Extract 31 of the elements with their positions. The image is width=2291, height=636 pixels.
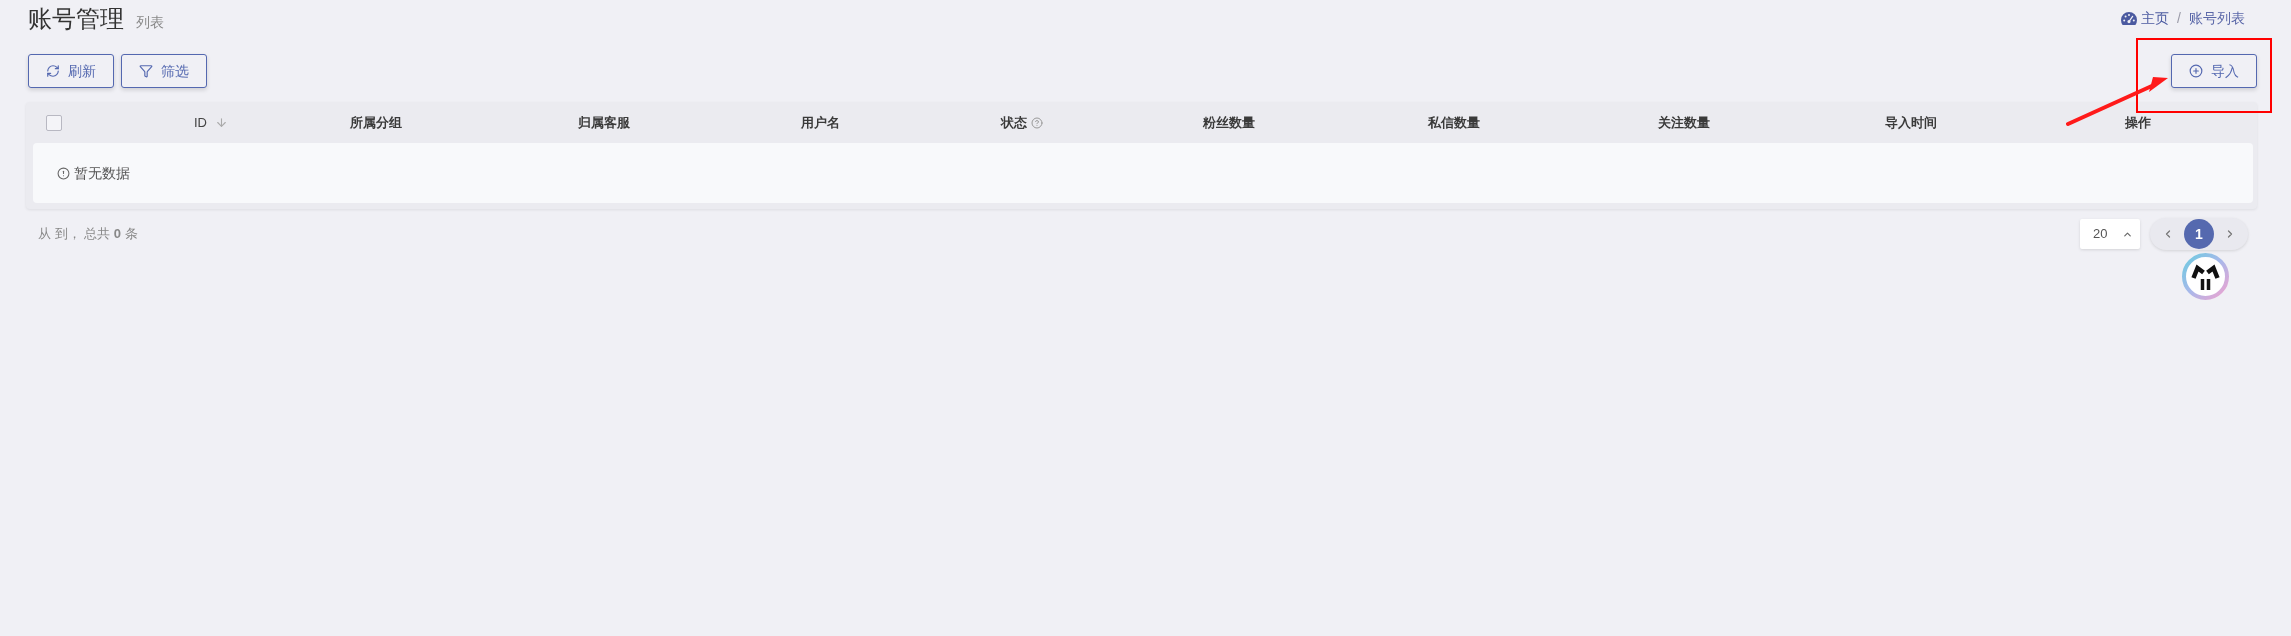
column-header: 导入时间 (1885, 113, 1937, 132)
sort-arrow-icon[interactable] (215, 116, 228, 129)
breadcrumb-link[interactable]: 账号列表 (2189, 8, 2245, 29)
breadcrumb-separator: / (2177, 9, 2181, 28)
page-button[interactable]: 1 (2184, 219, 2214, 249)
column-header: 关注数量 (1658, 113, 1710, 132)
page-title: 账号管理 (28, 4, 124, 34)
help-icon[interactable] (1030, 116, 1043, 129)
page-size-select[interactable]: 20 (2080, 219, 2140, 249)
column-header: 所属分组 (349, 113, 402, 132)
refresh-icon (46, 64, 60, 78)
column-header: 归属客服 (577, 113, 630, 132)
import-button[interactable]: 导入 (2171, 54, 2257, 88)
empty-message: 暂无数据 (74, 163, 130, 183)
column-header: 粉丝数量 (1203, 113, 1255, 132)
refresh-button[interactable]: 刷新 (28, 54, 114, 88)
page-subtitle: 列表 (136, 13, 164, 32)
column-header: 操作 (2125, 113, 2151, 132)
filter-icon (139, 64, 153, 78)
assistant-logo-icon[interactable] (2182, 253, 2229, 300)
plus-circle-icon (2189, 64, 2203, 78)
select-all-checkbox[interactable] (46, 114, 62, 131)
column-header[interactable]: ID (194, 112, 207, 133)
column-header: 状态 (1000, 113, 1027, 132)
column-header: 用户名 (800, 113, 840, 132)
column-header: 私信数量 (1427, 113, 1480, 132)
breadcrumb-link[interactable]: 主页 (2141, 8, 2170, 29)
dashboard-icon (2121, 12, 2138, 25)
info-icon (57, 166, 70, 180)
pagination-summary: 从 到， 总共 0 条 (38, 225, 138, 244)
filter-button[interactable]: 筛选 (121, 54, 207, 88)
